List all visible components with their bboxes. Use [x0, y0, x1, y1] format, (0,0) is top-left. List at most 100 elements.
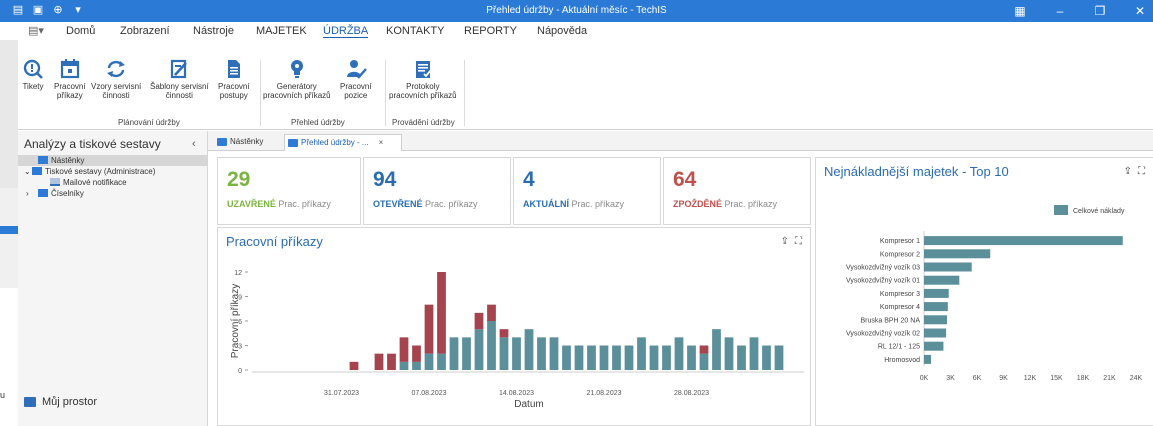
kpi-aktualni[interactable]: 4 AKTUÁLNÍ Prac. příkazy — [513, 157, 661, 225]
generatory-pracovnich-prikazu-button[interactable]: Generátory pracovních příkazů — [263, 58, 331, 100]
bar-segment-base — [437, 353, 446, 370]
kpi-otevrene-label: OTEVŘENÉ Prac. příkazy — [373, 199, 478, 209]
asset-cost-bar — [924, 236, 1123, 246]
kpi-zpozdene[interactable]: 64 ZPOŽDĚNÉ Prac. příkazy — [663, 157, 811, 225]
bar-segment-base — [549, 337, 559, 370]
close-tab-icon[interactable]: × — [379, 138, 384, 147]
pracovni-prikazy-button[interactable]: Pracovní příkazy — [54, 58, 86, 100]
bar-segment-base — [687, 345, 696, 370]
bar-segment-base — [474, 329, 484, 370]
x-tick-label: 21.08.2023 — [586, 390, 621, 397]
export-icon[interactable]: ⇪ — [781, 236, 789, 247]
category-label: Vysokozdvižný vozík 03 — [846, 265, 920, 272]
ribbon-separator — [464, 60, 465, 126]
bar-segment-base — [737, 345, 746, 370]
bar-segment-base — [524, 329, 534, 370]
top-assets-panel: Celkové náklady Kompresor 1 Kompresor 2 Vys… — [815, 157, 1153, 426]
cycle-icon — [105, 58, 127, 80]
close-icon[interactable]: ✕ — [1133, 3, 1147, 19]
tree-item-ciselniky[interactable]: › Číselníky — [18, 188, 208, 199]
panel-controls: ⇪ ⛶ — [781, 236, 802, 247]
ribbon: Tikety Pracovní příkazy Vzory servisní č… — [0, 40, 1153, 130]
bar-segment-overdue — [699, 345, 709, 354]
expand-chevron-icon[interactable]: ⌄ — [24, 166, 32, 177]
tree-item-tiskove-sestavy[interactable]: ⌄ Tiskové sestavy (Administrace) — [18, 166, 208, 177]
legend-label: Celkové náklady — [1073, 208, 1125, 215]
minimize-icon[interactable]: – — [1053, 3, 1067, 19]
folder-icon — [32, 167, 42, 175]
bar-segment-base — [637, 337, 646, 370]
top-assets-title: Nejnákladnější majetek - Top 10 — [824, 164, 1009, 179]
sablony-servisni-cinnosti-button[interactable]: Šablony servisní činnosti — [150, 58, 209, 100]
background-window-edge — [0, 40, 18, 190]
fullscreen-icon[interactable]: ⛶ — [795, 236, 802, 247]
menu-reporty[interactable]: REPORTY — [464, 25, 517, 37]
menu-udrzba[interactable]: ÚDRŽBA — [323, 25, 369, 38]
tab-prehled-udrzby[interactable]: Přehled údržby - ... × — [284, 134, 402, 151]
bar-segment-base — [662, 345, 671, 370]
protokoly-pracovnich-prikazu-button[interactable]: Protokoly pracovních příkazů — [389, 58, 457, 100]
menu-nastroje[interactable]: Nástroje — [193, 25, 234, 37]
export-icon[interactable]: ⇪ — [1124, 166, 1132, 177]
kpi-uzavrene-value: 29 — [227, 168, 251, 191]
category-label: Kompresor 1 — [880, 238, 920, 245]
work-orders-title: Pracovní příkazy — [226, 234, 323, 249]
maximize-icon[interactable]: ❐ — [1093, 3, 1107, 19]
menu-majetek[interactable]: MAJETEK — [256, 25, 307, 37]
ribbon-group-prehled: Přehled údržby — [291, 118, 345, 127]
bar-segment-base — [462, 337, 471, 370]
muj-prostor-button[interactable]: Můj prostor — [24, 396, 97, 408]
bar-segment-base — [712, 329, 721, 370]
menu-kontakty[interactable]: KONTAKTY — [386, 25, 444, 37]
x-axis-label: Datum — [514, 399, 543, 410]
pracovni-pozice-button[interactable]: Pracovní pozice — [340, 58, 372, 100]
menu-zobrazeni[interactable]: Zobrazení — [120, 25, 170, 37]
asset-cost-bar — [924, 275, 960, 285]
pracovni-postupy-button[interactable]: Pracovní postupy — [218, 58, 250, 100]
asset-cost-bar — [924, 354, 932, 364]
window-controls: ▦ – ❐ ✕ — [1013, 3, 1147, 19]
y-axis-label: Pracovní příkazy — [230, 284, 241, 358]
tab-nastenky[interactable]: Nástěnky — [214, 134, 263, 151]
kpi-otevrene[interactable]: 94 OTEVŘENÉ Prac. příkazy — [363, 157, 511, 225]
analyses-panel-title: Analýzy a tiskové sestavy — [24, 137, 161, 151]
category-label: Kompresor 2 — [880, 251, 920, 258]
fullscreen-icon[interactable]: ⛶ — [1138, 166, 1145, 177]
menu-napoveda[interactable]: Nápověda — [537, 25, 587, 37]
menu-domu[interactable]: Domů — [66, 25, 95, 37]
x-tick-label: 18K — [1077, 375, 1090, 382]
window-titlebar: ▤ ▣ ⊕ ▾ Přehled údržby - Aktuální měsíc … — [0, 0, 1153, 22]
bar-segment-overdue — [412, 345, 421, 362]
tree-item-nastenky[interactable]: Nástěnky — [18, 155, 208, 166]
dashboard-icon — [217, 138, 227, 146]
tikety-button[interactable]: Tikety — [22, 58, 44, 91]
bar-segment-base — [399, 361, 409, 370]
x-tick-label: 31.07.2023 — [324, 390, 359, 397]
tree-item-mailove-notifikace[interactable]: Mailové notifikace — [18, 177, 208, 188]
kpi-uzavrene[interactable]: 29 UZAVŘENÉ Prac. příkazy — [217, 157, 361, 225]
kpi-zpozdene-label: ZPOŽDĚNÉ Prac. příkazy — [673, 199, 778, 209]
file-menu-icon[interactable]: ▤▾ — [28, 24, 44, 37]
ribbon-group-provadeni: Provádění údržby — [392, 118, 455, 127]
layout-icon[interactable]: ▦ — [1013, 3, 1027, 19]
bar-segment-base — [749, 337, 759, 370]
bar-segment-base — [762, 345, 771, 370]
bar-segment-base — [499, 337, 509, 370]
collapse-panel-icon[interactable]: ‹ — [192, 138, 196, 150]
x-tick-label: 14.08.2023 — [499, 390, 534, 397]
kpi-otevrene-value: 94 — [373, 168, 397, 191]
bar-segment-overdue — [499, 329, 509, 338]
bar-segment-base — [424, 353, 434, 370]
bar-segment-base — [599, 345, 609, 370]
vzory-servisni-cinnosti-button[interactable]: Vzory servisní činnosti — [91, 58, 141, 100]
bar-segment-overdue — [399, 337, 409, 362]
collapse-chevron-icon[interactable]: › — [26, 188, 34, 199]
ribbon-separator — [385, 60, 386, 126]
bar-segment-base — [574, 345, 584, 370]
ticket-search-icon — [22, 58, 44, 80]
bar-segment-base — [674, 337, 684, 370]
asset-cost-bar — [924, 249, 991, 259]
bar-segment-overdue — [487, 304, 496, 321]
bar-segment-base — [587, 345, 596, 370]
protocol-icon — [412, 58, 434, 80]
